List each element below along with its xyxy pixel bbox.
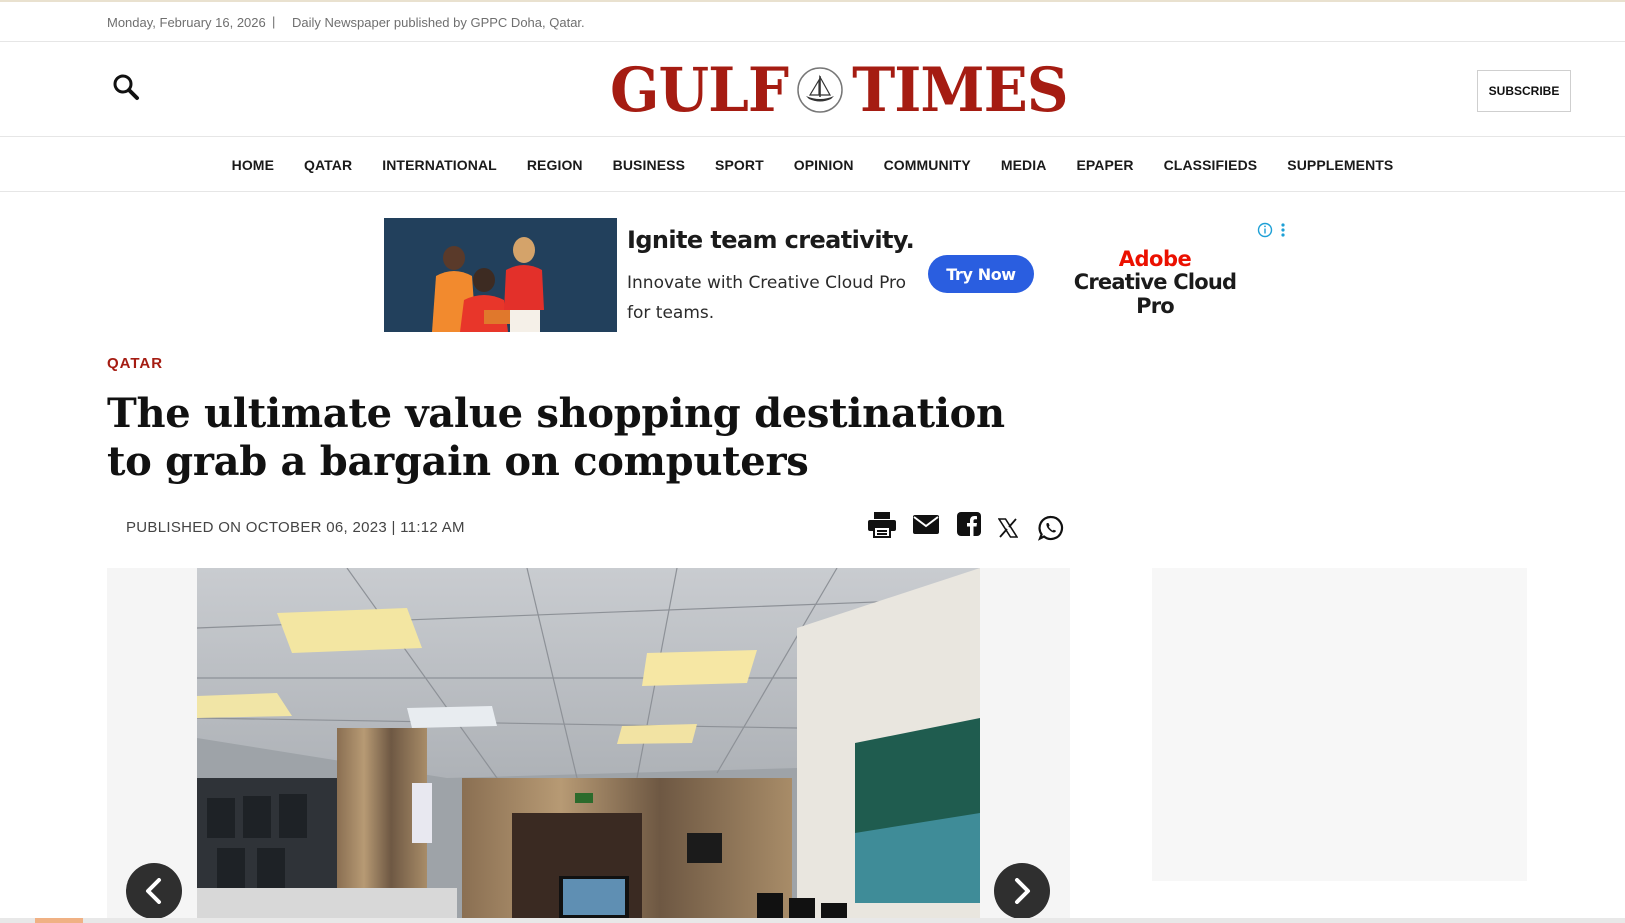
nav-item-opinion[interactable]: OPINION bbox=[779, 157, 869, 173]
ad-brand-adobe: Adobe bbox=[1118, 247, 1192, 271]
subscribe-button[interactable]: SUBSCRIBE bbox=[1477, 70, 1571, 112]
nav-item-supplements[interactable]: SUPPLEMENTS bbox=[1272, 157, 1408, 173]
nav-item-epaper[interactable]: EPAPER bbox=[1061, 157, 1148, 173]
published-timestamp: PUBLISHED ON OCTOBER 06, 2023 | 11:12 AM bbox=[126, 519, 465, 536]
nav-item-business[interactable]: BUSINESS bbox=[598, 157, 700, 173]
bottom-accent bbox=[35, 918, 83, 923]
gulf-times-logo[interactable]: GULF TIMES bbox=[610, 56, 1070, 124]
email-icon[interactable] bbox=[912, 512, 940, 541]
dhow-emblem-icon bbox=[797, 67, 843, 113]
nav-item-international[interactable]: INTERNATIONAL bbox=[367, 157, 512, 173]
top-info-bar: Monday, February 16, 2026 | Daily Newspa… bbox=[0, 2, 1625, 42]
ad-brand-product: Creative Cloud Pro bbox=[1073, 270, 1237, 318]
topbar-separator: | bbox=[272, 14, 276, 29]
leaderboard-ad[interactable]: Ignite team creativity. Innovate with Cr… bbox=[384, 218, 1292, 332]
article-image-gallery[interactable] bbox=[107, 568, 1070, 923]
logo-word-times: TIMES bbox=[852, 54, 1069, 126]
ad-try-now-button[interactable]: Try Now bbox=[928, 255, 1034, 293]
nav-item-media[interactable]: MEDIA bbox=[986, 157, 1062, 173]
article-category-link[interactable]: QATAR bbox=[107, 355, 163, 372]
nav-item-region[interactable]: REGION bbox=[512, 157, 598, 173]
gallery-next-button[interactable] bbox=[994, 863, 1050, 919]
print-icon[interactable] bbox=[867, 512, 897, 543]
nav-item-classifieds[interactable]: CLASSIFIEDS bbox=[1149, 157, 1273, 173]
main-navigation: HOME QATAR INTERNATIONAL REGION BUSINESS… bbox=[0, 138, 1625, 192]
publisher-tagline: Daily Newspaper published by GPPC Doha, … bbox=[292, 15, 585, 30]
nav-item-home[interactable]: HOME bbox=[217, 157, 289, 173]
ad-info-icon[interactable] bbox=[1256, 221, 1290, 239]
site-header: GULF TIMES SUBSCRIBE bbox=[0, 42, 1625, 137]
whatsapp-icon[interactable] bbox=[1037, 515, 1064, 546]
sidebar-ad-placeholder bbox=[1152, 568, 1527, 881]
ad-subtext: Innovate with Creative Cloud Pro for tea… bbox=[627, 273, 907, 323]
nav-item-sport[interactable]: SPORT bbox=[700, 157, 779, 173]
bottom-scroll-bar bbox=[0, 918, 1625, 923]
x-icon[interactable] bbox=[997, 518, 1019, 543]
ad-brand-logo: Adobe Creative Cloud Pro bbox=[1060, 248, 1250, 318]
article-title: The ultimate value shopping destination … bbox=[107, 390, 1005, 485]
facebook-icon[interactable] bbox=[957, 512, 981, 541]
ad-team-photo bbox=[384, 218, 617, 332]
search-icon[interactable] bbox=[111, 72, 143, 104]
current-date: Monday, February 16, 2026 bbox=[107, 15, 266, 30]
logo-word-gulf: GULF bbox=[610, 54, 789, 126]
gallery-previous-button[interactable] bbox=[126, 863, 182, 919]
nav-item-qatar[interactable]: QATAR bbox=[289, 157, 367, 173]
nav-item-community[interactable]: COMMUNITY bbox=[869, 157, 986, 173]
ad-headline: Ignite team creativity. bbox=[627, 226, 915, 254]
computer-store-photo bbox=[197, 568, 980, 923]
